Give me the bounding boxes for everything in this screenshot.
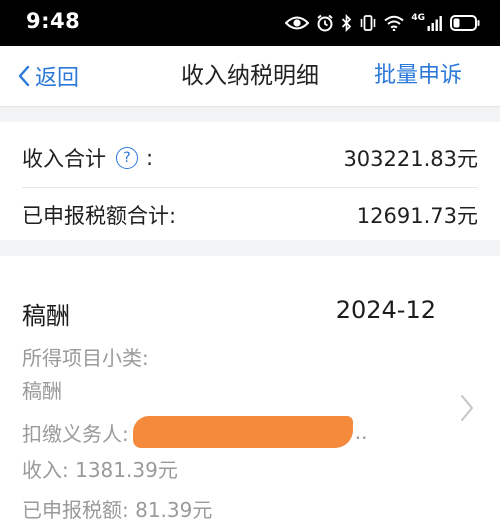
- income-value: 1381.39元: [75, 458, 178, 482]
- status-time: 9:48: [26, 9, 81, 33]
- declared-tax-value: 81.39元: [135, 498, 213, 522]
- record-type: 稿酬: [22, 302, 70, 330]
- declared-tax-total-row: 已申报税额合计: 12691.73元: [22, 189, 478, 241]
- income-total-colon: :: [146, 146, 154, 170]
- income-total-row: 收入合计 ? : 303221.83元: [22, 132, 478, 184]
- summary-card: 收入合计 ? : 303221.83元 已申报税额合计: 12691.73元: [0, 122, 500, 240]
- status-bar: 9:48 4G: [0, 0, 500, 46]
- payer-redaction: [132, 416, 353, 448]
- income-label: 收入:: [22, 458, 69, 482]
- payer-ellipsis: ..: [354, 420, 368, 444]
- vibrate-icon: [361, 15, 376, 31]
- help-icon[interactable]: ?: [116, 147, 138, 169]
- summary-divider: [22, 187, 478, 188]
- payer-row: 扣缴义务人: ..: [22, 416, 367, 448]
- bluetooth-icon: [342, 14, 352, 32]
- declared-tax-label: 已申报税额:: [22, 498, 129, 522]
- network-type: 4G: [411, 12, 425, 23]
- income-total-label: 收入合计: [22, 147, 106, 171]
- income-row: 收入: 1381.39元: [22, 454, 178, 483]
- chevron-right-icon: [461, 395, 473, 421]
- payer-label: 扣缴义务人:: [22, 421, 129, 446]
- income-total-value: 303221.83元: [343, 147, 478, 171]
- income-total-label-group: 收入合计 ? :: [22, 143, 153, 173]
- wifi-icon: [384, 15, 404, 31]
- subcategory-value: 稿酬: [22, 379, 62, 403]
- signal-icon: [427, 16, 442, 31]
- status-icons: 4G: [285, 11, 480, 35]
- subcategory-label: 所得项目小类:: [22, 346, 149, 370]
- eye-icon: [285, 16, 310, 30]
- nav-bar: 返回 收入纳税明细 批量申诉: [0, 46, 500, 107]
- record-period: 2024-12: [335, 296, 436, 324]
- batch-appeal-button[interactable]: 批量申诉: [374, 61, 462, 91]
- battery-icon: [450, 15, 480, 31]
- alarm-icon: [317, 14, 333, 32]
- declared-tax-total-label: 已申报税额合计:: [22, 204, 177, 228]
- income-record-item[interactable]: 稿酬 2024-12 所得项目小类: 稿酬 扣缴义务人: .. 收入: 1381…: [0, 256, 500, 526]
- declared-tax-total-value: 12691.73元: [356, 204, 478, 228]
- declared-tax-row: 已申报税额: 81.39元: [22, 494, 212, 523]
